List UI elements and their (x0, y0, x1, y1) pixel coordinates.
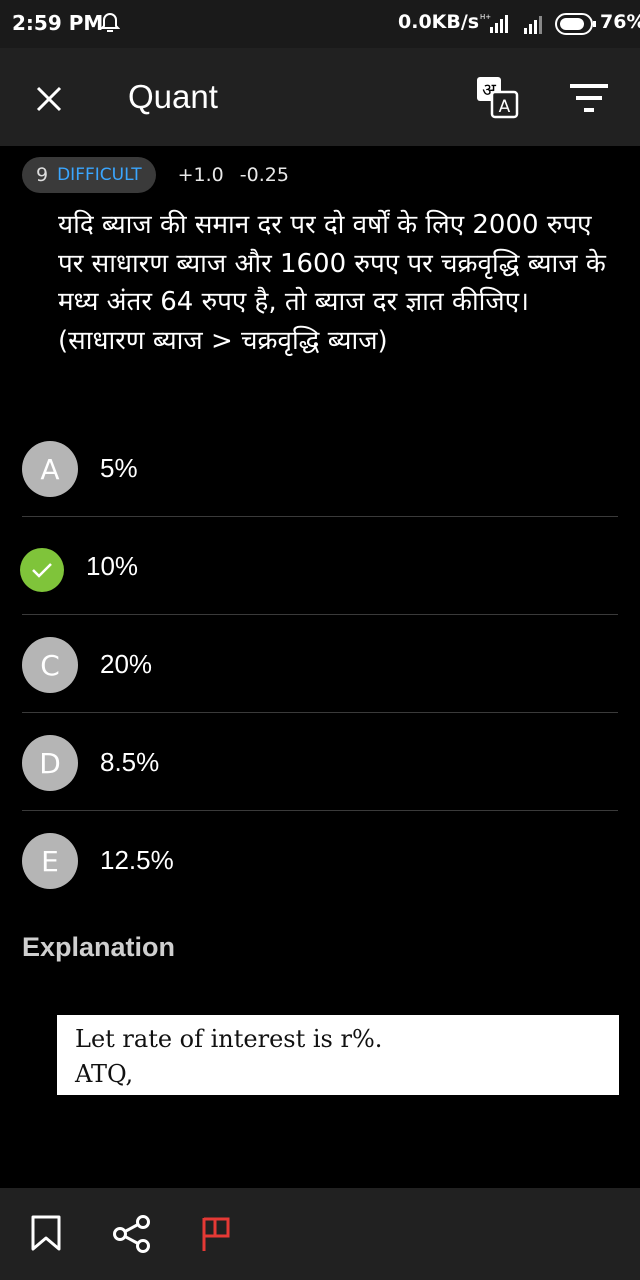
translate-icon: अ A (477, 77, 519, 119)
share-button[interactable] (110, 1214, 154, 1258)
explanation-box: Let rate of interest is r%. ATQ, (57, 1015, 619, 1095)
svg-text:A: A (499, 97, 511, 117)
positive-marks: +1.0 (177, 164, 224, 186)
status-bar: 2:59 PM 0.0KB/s H+ 76% (0, 0, 640, 48)
option-a[interactable]: A 5% (0, 419, 640, 516)
close-button[interactable] (28, 78, 70, 120)
battery-percent: 76% (600, 11, 640, 33)
option-value: 12.5% (100, 845, 174, 875)
alarm-bell-icon (99, 10, 121, 38)
option-e[interactable]: E 12.5% (0, 811, 640, 908)
filter-button[interactable] (566, 80, 612, 116)
filter-icon (570, 84, 608, 112)
bottom-action-bar (0, 1188, 640, 1280)
option-d[interactable]: D 8.5% (0, 713, 640, 810)
translate-button[interactable]: अ A (474, 74, 520, 120)
question-body: यदि ब्याज की समान दर पर दो वर्षों के लिए… (58, 210, 606, 317)
option-value: 5% (100, 453, 138, 483)
option-letter: E (22, 833, 78, 889)
flag-icon (202, 1217, 230, 1251)
bookmark-button[interactable] (30, 1214, 62, 1256)
option-letter: D (22, 735, 78, 791)
signal-icon-2 (522, 14, 548, 38)
question-note: (साधारण ब्याज > चक्रवृद्धि ब्याज) (58, 325, 388, 356)
app-header: Quant अ A (0, 48, 640, 146)
report-button[interactable] (200, 1214, 232, 1258)
option-value: 10% (86, 551, 139, 581)
option-value: 20% (100, 649, 153, 679)
bookmark-icon (31, 1215, 61, 1251)
close-icon (36, 86, 62, 112)
explanation-heading: Explanation (22, 932, 176, 962)
explanation-line-2: ATQ, (75, 1060, 134, 1088)
svg-text:H+: H+ (480, 13, 491, 21)
battery-icon (555, 13, 597, 39)
page-title: Quant (128, 78, 218, 115)
network-speed: 0.0KB/s (398, 11, 480, 33)
difficulty-badge: 9 DIFFICULT (22, 157, 156, 193)
difficulty-label: DIFFICULT (57, 165, 142, 185)
signal-icon: H+ (480, 12, 514, 38)
question-number: 9 (36, 164, 49, 186)
option-b[interactable]: 10% (0, 517, 640, 614)
option-value: 8.5% (100, 747, 160, 777)
explanation-line-1: Let rate of interest is r%. (75, 1025, 383, 1053)
option-letter: A (22, 441, 78, 497)
question-text: यदि ब्याज की समान दर पर दो वर्षों के लिए… (58, 206, 618, 360)
share-icon (113, 1215, 150, 1253)
option-c[interactable]: C 20% (0, 615, 640, 712)
status-time: 2:59 PM (12, 11, 104, 35)
negative-marks: -0.25 (239, 164, 289, 186)
question-meta: 9 DIFFICULT +1.0 -0.25 (22, 157, 289, 193)
check-icon (20, 548, 64, 592)
option-letter: C (22, 637, 78, 693)
